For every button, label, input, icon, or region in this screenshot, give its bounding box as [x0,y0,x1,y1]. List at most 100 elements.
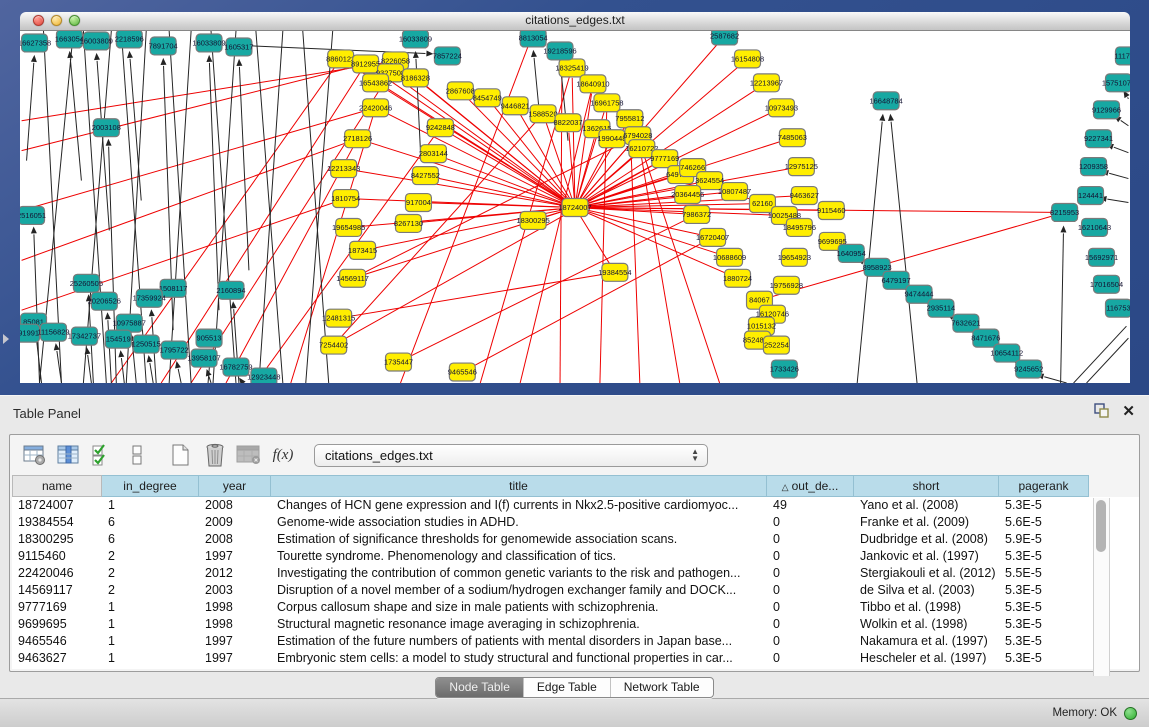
select-checked-icon[interactable] [88,441,118,469]
table-cell: Structural magnetic resonance image aver… [271,616,767,633]
table-selector-value: citations_edges.txt [315,448,433,463]
graph-node-label: 16154808 [731,54,764,63]
column-header-in_degree[interactable]: in_degree [102,475,199,497]
table-settings-icon[interactable] [20,441,50,469]
table-cell: 1998 [199,599,271,616]
graph-node-label: 22420046 [359,103,392,112]
graph-node-label: 8471676 [971,334,1000,343]
graph-node-label: 20206526 [88,297,121,306]
table-cell: 0 [767,650,854,667]
new-document-icon[interactable] [166,441,196,469]
table-cell: 1998 [199,616,271,633]
table-cell: de Silva et al. (2003) [854,582,999,599]
table-cell: 2008 [199,497,271,514]
graph-node-label: 1880724 [723,274,752,283]
table-row[interactable]: 1456911722003Disruption of a novel membe… [12,582,1139,599]
table-cell: Investigating the contribution of common… [271,565,767,582]
tab-edge-table[interactable]: Edge Table [523,678,610,697]
table-cell: 2 [102,582,199,599]
close-panel-icon[interactable]: ✕ [1122,404,1135,419]
column-header-title[interactable]: title [271,475,767,497]
citation-edge-red [22,61,396,121]
table-cell: 9777169 [12,599,102,616]
edge-arrowhead [94,53,100,60]
citation-edge-black [70,59,81,181]
table-cell: Wolkin et al. (1998) [854,616,999,633]
table-selector-dropdown[interactable]: citations_edges.txt ▲▼ [314,444,708,467]
table-cell: 2 [102,548,199,565]
citation-edge-red [22,139,358,261]
table-cell: 5.3E-5 [999,650,1089,667]
graph-node-label: 6479197 [882,276,911,285]
table-row[interactable]: 946554611997Estimation of the future num… [12,633,1139,650]
tab-node-table[interactable]: Node Table [436,678,523,697]
window-titlebar[interactable]: citations_edges.txt [20,12,1130,31]
table-cell: 5.3E-5 [999,548,1089,565]
window-title: citations_edges.txt [20,12,1130,29]
table-cell: 0 [767,633,854,650]
network-canvas[interactable]: 8860123891295582260589327508165438628186… [20,31,1130,383]
zoom-window-icon[interactable] [69,15,80,26]
column-header-name[interactable]: name [12,475,102,497]
citation-edge-black [34,234,40,383]
table-row[interactable]: 1830029562008Estimation of significance … [12,531,1139,548]
table-cell: 0 [767,565,854,582]
table-cell: 1997 [199,633,271,650]
table-column-icon[interactable] [54,441,84,469]
graph-node-label: 16627358 [20,38,51,47]
edge-arrowhead [161,58,167,65]
column-header-short[interactable]: short [854,475,999,497]
table-cell: Corpus callosum shape and size in male p… [271,599,767,616]
minimize-window-icon[interactable] [51,15,62,26]
edge-arrowhead [106,139,112,146]
graph-node-label: 1733426 [770,365,799,374]
table-cell: 5.3E-5 [999,599,1089,616]
close-window-icon[interactable] [33,15,44,26]
graph-node-label: 7254402 [319,341,348,350]
table-cell: Disruption of a novel member of a sodium… [271,582,767,599]
panel-edge-grip-icon[interactable] [3,334,9,344]
delete-trash-icon[interactable] [200,441,230,469]
graph-node-label: 2935114 [927,304,956,313]
rows-icon[interactable] [122,441,152,469]
graph-node-label: 7857224 [433,51,462,60]
graph-node-label: 14569117 [336,274,369,283]
graph-node-label: 2003108 [92,123,121,132]
citation-network-graph[interactable]: 8860123891295582260589327508165438628186… [20,31,1130,383]
graph-node-label: 7632621 [951,319,980,328]
table-cell: Hescheler et al. (1997) [854,650,999,667]
table-row[interactable]: 911546021997Tourette syndrome. Phenomeno… [12,548,1139,565]
graph-node-label: 9463627 [790,191,819,200]
function-builder-icon[interactable]: f(x) [268,441,298,469]
column-header-year[interactable]: year [199,475,271,497]
column-header-out_de[interactable]: △out_de... [767,475,854,497]
citation-edge-black [1107,199,1128,202]
table-tabs: Node TableEdge TableNetwork Table [435,677,713,698]
table-row[interactable]: 969969511998Structural magnetic resonanc… [12,616,1139,633]
table-cell: 2 [102,565,199,582]
graph-node-label: 8822037 [553,118,582,127]
graph-node-label: 1209358 [1079,162,1108,171]
table-cell: 1997 [199,548,271,565]
table-row[interactable]: 946362711997Embryonic stem cells: a mode… [12,650,1139,667]
edge-arrowhead [147,355,153,362]
graph-node-label: 7891704 [149,41,178,50]
tab-network-table[interactable]: Network Table [610,678,713,697]
graph-node-label: 2218596 [115,34,144,43]
table-cell: Nakamura et al. (1997) [854,633,999,650]
table-cell: 0 [767,531,854,548]
edge-arrowhead [149,309,155,316]
graph-node-label: 1250515 [132,340,161,349]
table-vertical-scrollbar[interactable] [1093,498,1110,676]
table-cell: Genome-wide association studies in ADHD. [271,514,767,531]
graph-node-label: 9474444 [904,290,933,299]
table-row[interactable]: 2242004622012Investigating the contribut… [12,565,1139,582]
table-row[interactable]: 1938455462009Genome-wide association stu… [12,514,1139,531]
citation-edge-black [27,63,34,161]
table-row[interactable]: 977716911998Corpus callosum shape and si… [12,599,1139,616]
column-header-pagerank[interactable]: pagerank [999,475,1089,497]
table-header-row: namein_degreeyeartitle△out_de...shortpag… [12,475,1139,497]
table-row[interactable]: 1872400712008Changes of HCN gene express… [12,497,1139,514]
float-panel-icon[interactable] [1094,403,1110,419]
scrollbar-thumb[interactable] [1096,500,1106,552]
